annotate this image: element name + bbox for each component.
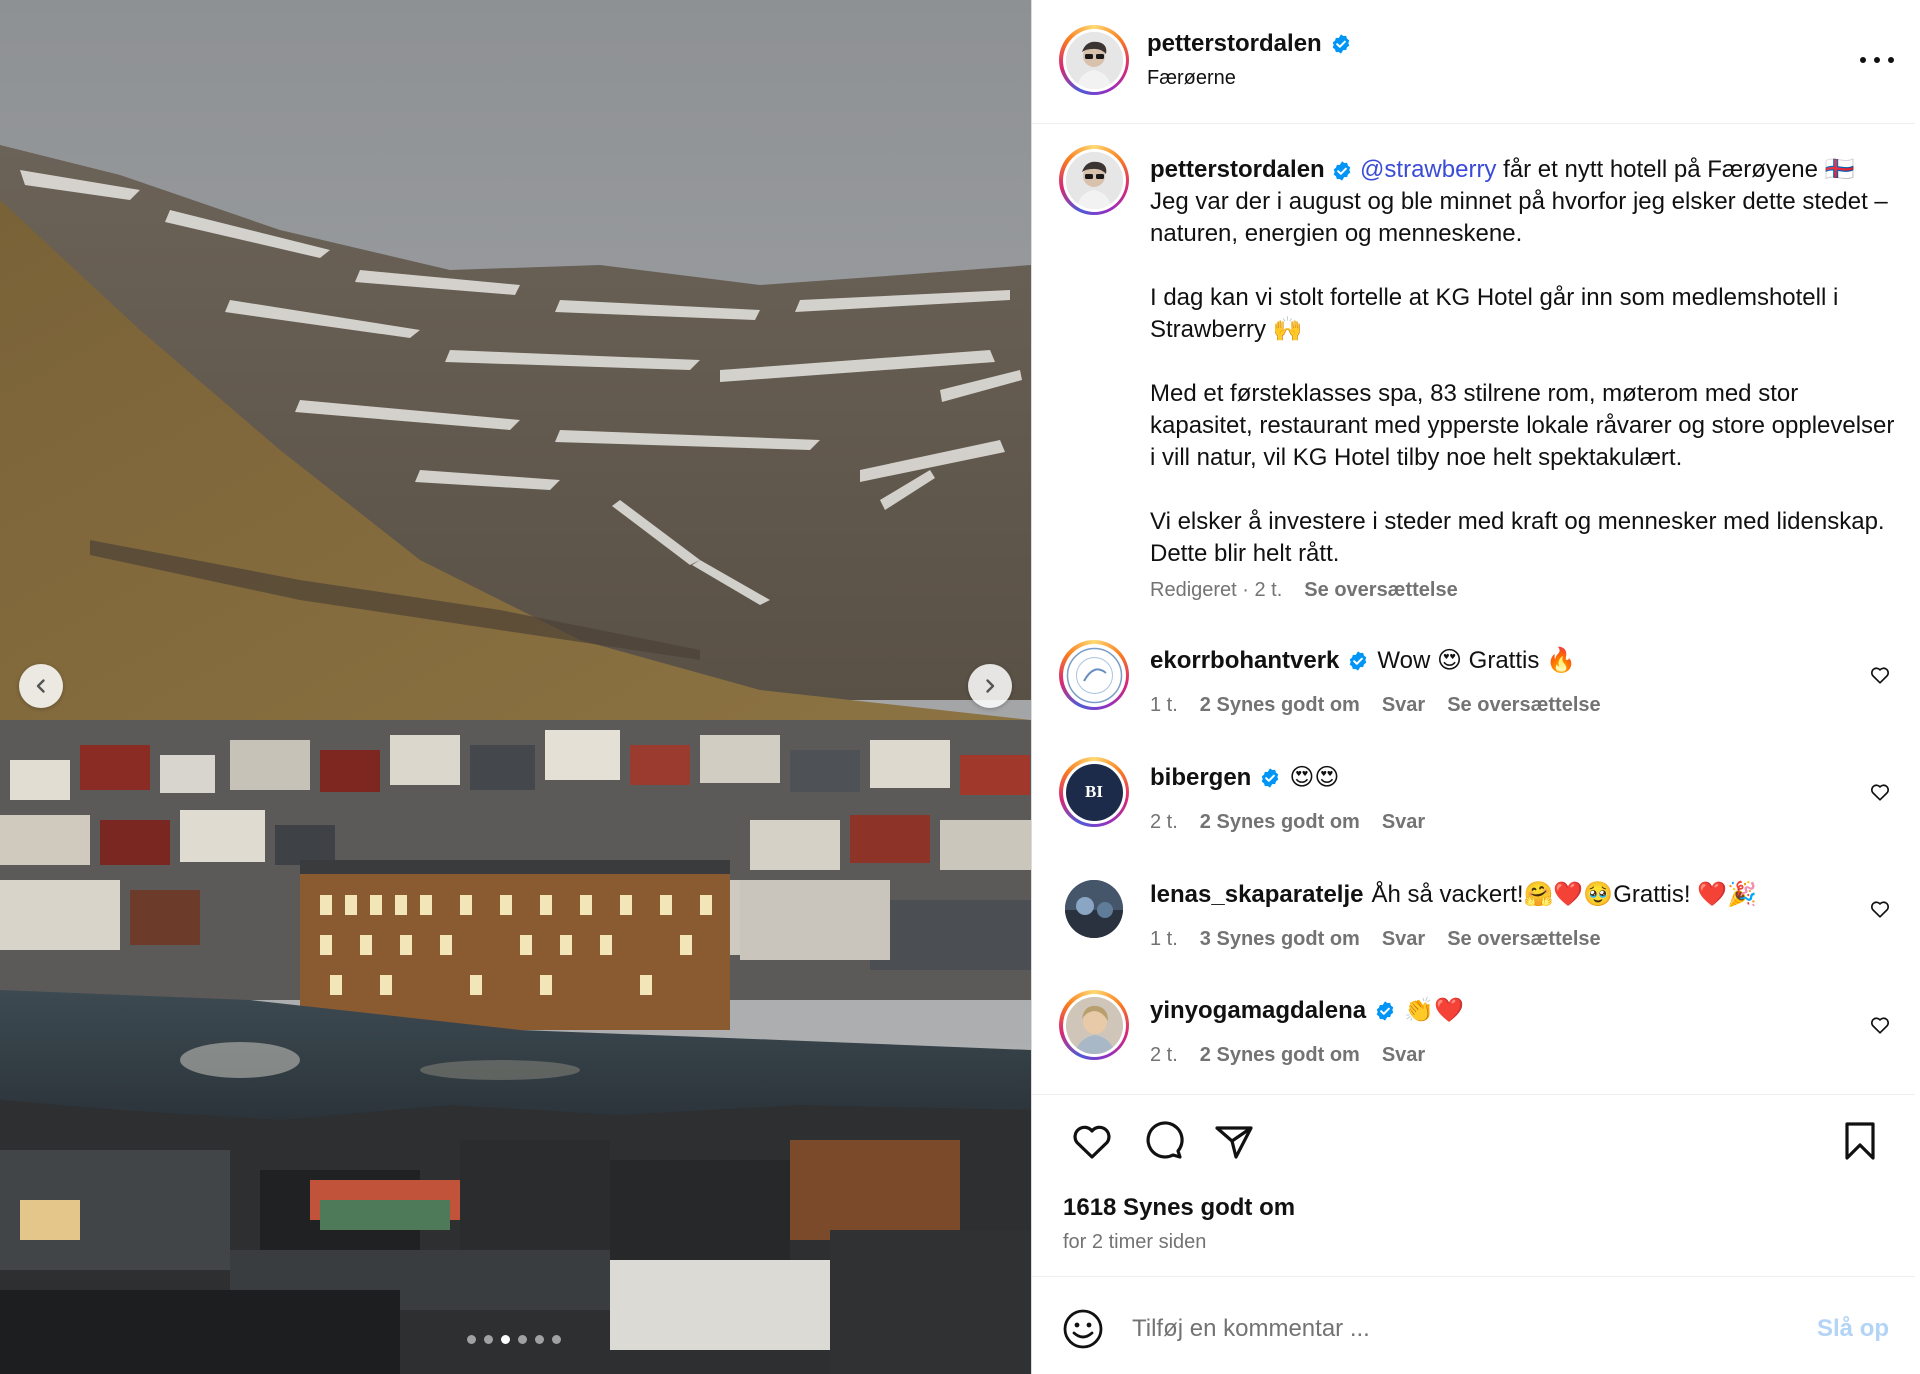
bookmark-save-icon[interactable] (1838, 1119, 1882, 1163)
comment-username[interactable]: ekorrbohantverk (1150, 647, 1339, 675)
caption-text: petterstordalen @strawberry får et nytt … (1150, 154, 1895, 570)
post-photo[interactable] (0, 0, 1031, 1374)
comment-composer: Slå op (1032, 1276, 1915, 1374)
author-username[interactable]: petterstordalen (1147, 30, 1322, 58)
caption-edited-time: Redigeret · 2 t. (1150, 579, 1283, 601)
caption-meta: Redigeret · 2 t. Se oversættelse (1150, 579, 1458, 602)
post-comment-button[interactable]: Slå op (1817, 1315, 1889, 1343)
commenter-avatar[interactable]: BI (1059, 757, 1129, 827)
carousel-dot (535, 1335, 544, 1344)
reply-button[interactable]: Svar (1382, 928, 1425, 951)
commenter-avatar[interactable] (1059, 640, 1129, 710)
reply-button[interactable]: Svar (1382, 811, 1425, 834)
author-photo (1065, 151, 1123, 209)
share-send-icon[interactable] (1212, 1119, 1256, 1163)
carousel-dot (518, 1335, 527, 1344)
commenter-avatar[interactable] (1059, 874, 1129, 944)
comment-time: 2 t. (1150, 1044, 1178, 1066)
comment-time: 2 t. (1150, 811, 1178, 833)
see-translation-link[interactable]: Se oversættelse (1447, 694, 1600, 717)
caption-author-avatar[interactable] (1059, 145, 1129, 215)
author-photo (1065, 31, 1123, 89)
comment-likes[interactable]: 3 Synes godt om (1200, 928, 1360, 951)
comment-item: yinyogamagdalena 👏❤️ 2 t. 2 Synes godt o… (1032, 990, 1915, 1100)
commenter-logo (1066, 647, 1122, 703)
verified-badge-icon (1376, 1000, 1394, 1021)
mention-link[interactable]: @strawberry (1360, 156, 1496, 183)
comment-item: BI bibergen 😍😍 2 t. 2 Synes godt om Svar (1032, 757, 1915, 867)
comment-text: 👏❤️ (1404, 997, 1464, 1024)
carousel-dot (467, 1335, 476, 1344)
author-avatar[interactable] (1059, 25, 1129, 95)
verified-badge-icon (1334, 161, 1351, 181)
instagram-post-view: petterstordalen Færøerne petterstordalen… (0, 0, 1920, 1374)
faroe-town-photo (0, 0, 1031, 1374)
comment-username[interactable]: bibergen (1150, 764, 1251, 792)
commenter-avatar[interactable] (1059, 990, 1129, 1060)
commenter-photo (1065, 996, 1123, 1054)
comment-item: ekorrbohantverk Wow 😍 Grattis 🔥 1 t. 2 S… (1032, 640, 1915, 750)
comment-text: 😍😍 (1289, 764, 1340, 791)
carousel-dot (552, 1335, 561, 1344)
chevron-left-icon (36, 679, 45, 693)
carousel-dot-active (501, 1335, 510, 1344)
more-options-button[interactable] (1860, 50, 1894, 70)
heart-icon[interactable] (1869, 781, 1891, 803)
caption-paragraph-2: I dag kan vi stolt fortelle at KG Hotel … (1150, 284, 1839, 343)
verified-badge-icon (1332, 34, 1349, 54)
verified-badge-icon (1262, 767, 1279, 788)
carousel-prev-button[interactable] (19, 664, 63, 708)
caption-line1: får et nytt hotell på Færøyene (1496, 156, 1818, 183)
heart-icon[interactable] (1869, 898, 1891, 920)
comment-likes[interactable]: 2 Synes godt om (1200, 811, 1360, 834)
post-side-panel: petterstordalen Færøerne petterstordalen… (1031, 0, 1920, 1374)
more-horizontal-icon (1860, 57, 1866, 63)
comment-username[interactable]: lenas_skaparatelje (1150, 881, 1363, 909)
comment-time: 1 t. (1150, 694, 1178, 716)
carousel-dots (467, 1335, 561, 1344)
comment-text: Åh så vackert!🤗❤️🥹Grattis! ❤️🎉 (1371, 881, 1757, 908)
comment-item: lenas_skaparatelje Åh så vackert!🤗❤️🥹Gra… (1032, 874, 1915, 984)
commenter-photo (1065, 880, 1123, 938)
comment-likes[interactable]: 2 Synes godt om (1200, 694, 1360, 717)
commenter-avatar-text: BI (1085, 782, 1103, 801)
carousel-next-button[interactable] (968, 664, 1012, 708)
likes-count[interactable]: 1618 Synes godt om (1063, 1194, 1295, 1222)
caption-paragraph-3: Med et førsteklasses spa, 83 stilrene ro… (1150, 380, 1895, 471)
comment-text: Wow 😍 Grattis 🔥 (1377, 647, 1576, 674)
see-translation-link[interactable]: Se oversættelse (1447, 928, 1600, 951)
chevron-right-icon (986, 679, 995, 693)
comment-username[interactable]: yinyogamagdalena (1150, 997, 1366, 1025)
reply-button[interactable]: Svar (1382, 1044, 1425, 1067)
heart-icon[interactable] (1869, 664, 1891, 686)
comment-input[interactable] (1132, 1311, 1772, 1347)
comment-bubble-icon[interactable] (1142, 1119, 1186, 1163)
comment-likes[interactable]: 2 Synes godt om (1200, 1044, 1360, 1067)
caption-username[interactable]: petterstordalen (1150, 156, 1325, 183)
like-heart-icon[interactable] (1070, 1119, 1114, 1163)
post-actions: 1618 Synes godt om for 2 timer siden (1032, 1094, 1915, 1276)
caption-paragraph-4: Vi elsker å investere i steder med kraft… (1150, 508, 1885, 567)
carousel-dot (484, 1335, 493, 1344)
see-translation-link[interactable]: Se oversættelse (1304, 579, 1457, 602)
post-header: petterstordalen Færøerne (1032, 0, 1915, 124)
emoji-smiley-icon[interactable] (1061, 1307, 1105, 1351)
heart-icon[interactable] (1869, 1014, 1891, 1036)
comment-time: 1 t. (1150, 928, 1178, 950)
reply-button[interactable]: Svar (1382, 694, 1425, 717)
post-location[interactable]: Færøerne (1147, 67, 1236, 90)
verified-badge-icon (1350, 650, 1367, 671)
post-time: for 2 timer siden (1063, 1231, 1207, 1253)
